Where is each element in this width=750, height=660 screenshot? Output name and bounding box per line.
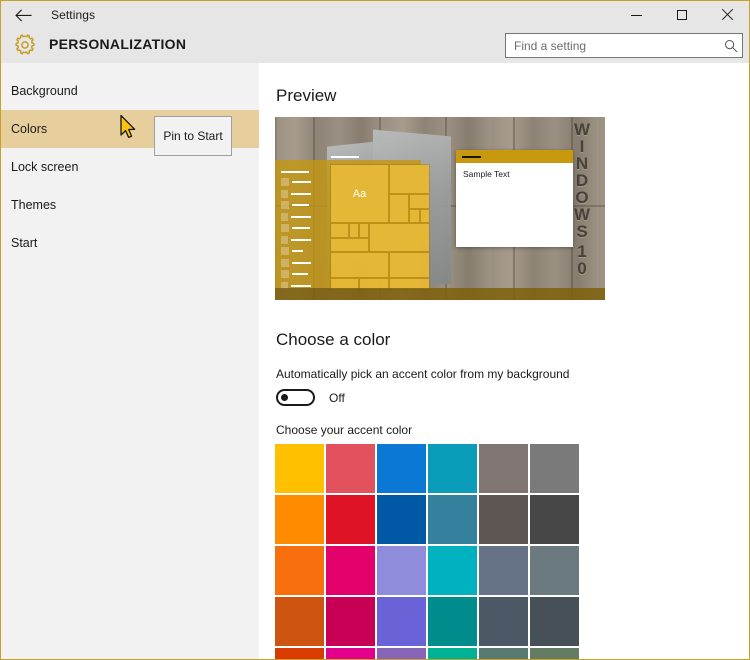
accent-color-label: Choose your accent color [276, 423, 413, 437]
gear-icon [15, 34, 35, 55]
accent-swatch-2-2[interactable] [377, 546, 426, 595]
accent-swatch-0-0[interactable] [275, 444, 324, 493]
accent-swatch-3-1[interactable] [326, 597, 375, 646]
accent-swatch-0-5[interactable] [530, 444, 579, 493]
preview-image: WINDOWS10 Aa Sample Text [275, 117, 605, 300]
search-box[interactable] [505, 33, 743, 58]
accent-swatch-1-1[interactable] [326, 495, 375, 544]
close-button[interactable] [704, 1, 749, 29]
maximize-icon [676, 10, 687, 20]
settings-window: Settings PERSONALIZATION Find a setting … [0, 0, 750, 660]
accent-swatch-4-2[interactable] [377, 648, 426, 659]
minimize-button[interactable] [614, 1, 659, 29]
accent-swatch-2-1[interactable] [326, 546, 375, 595]
sidebar-item-label: Themes [11, 198, 57, 212]
accent-swatch-2-3[interactable] [428, 546, 477, 595]
sidebar-item-start[interactable]: Start [1, 224, 259, 262]
start-menu-app-list [281, 178, 311, 290]
minimize-icon [631, 14, 642, 16]
page-title: PERSONALIZATION [49, 36, 187, 52]
sidebar-item-label: Background [11, 84, 78, 98]
toggle-knob [281, 394, 288, 401]
maximize-button[interactable] [659, 1, 704, 29]
accent-swatch-1-0[interactable] [275, 495, 324, 544]
choose-color-heading: Choose a color [276, 330, 391, 349]
accent-color-grid [275, 444, 583, 659]
auto-pick-toggle-row: Off [276, 389, 345, 406]
accent-swatch-3-3[interactable] [428, 597, 477, 646]
auto-pick-label: Automatically pick an accent color from … [276, 367, 570, 381]
sample-window-preview: Sample Text [456, 150, 573, 247]
sidebar-item-themes[interactable]: Themes [1, 186, 259, 224]
accent-swatch-4-0[interactable] [275, 648, 324, 659]
accent-swatch-1-3[interactable] [428, 495, 477, 544]
pin-to-start-label: Pin to Start [163, 129, 223, 143]
pin-to-start-menu[interactable]: Pin to Start [154, 116, 232, 156]
accent-swatch-0-4[interactable] [479, 444, 528, 493]
accent-swatch-0-2[interactable] [377, 444, 426, 493]
accent-swatch-0-3[interactable] [428, 444, 477, 493]
sample-window-text: Sample Text [463, 169, 510, 179]
window-title: Settings [51, 8, 96, 22]
accent-swatch-2-0[interactable] [275, 546, 324, 595]
accent-swatch-3-0[interactable] [275, 597, 324, 646]
search-input[interactable] [506, 38, 720, 53]
sidebar-item-label: Lock screen [11, 160, 79, 174]
preview-heading: Preview [276, 86, 337, 105]
taskbar-preview [275, 288, 605, 300]
start-tiles: Aa [330, 164, 430, 290]
start-menu-rule [281, 171, 309, 173]
accent-swatch-4-5[interactable] [530, 648, 579, 659]
accent-swatch-4-3[interactable] [428, 648, 477, 659]
back-arrow-icon [14, 8, 32, 21]
close-icon [721, 9, 733, 21]
accent-swatch-4-4[interactable] [479, 648, 528, 659]
content-pane: Preview WINDOWS10 Aa Sample Text Choose … [259, 63, 749, 659]
tile-sample-text: Aa [352, 187, 367, 200]
accent-swatch-3-5[interactable] [530, 597, 579, 646]
back-button[interactable] [1, 1, 45, 29]
auto-pick-toggle[interactable] [276, 389, 315, 406]
sidebar-item-label: Start [11, 236, 38, 250]
sidebar-item-label: Colors [11, 122, 48, 136]
accent-swatch-3-2[interactable] [377, 597, 426, 646]
accent-swatch-4-1[interactable] [326, 648, 375, 659]
sidebar-item-background[interactable]: Background [1, 72, 259, 110]
sample-window-titlebar [456, 150, 573, 163]
title-bar: Settings [1, 1, 749, 29]
accent-swatch-0-1[interactable] [326, 444, 375, 493]
accent-swatch-1-4[interactable] [479, 495, 528, 544]
sample-minimize-icon [462, 156, 481, 158]
window-controls [614, 1, 749, 29]
search-icon[interactable] [720, 35, 742, 57]
accent-swatch-2-5[interactable] [530, 546, 579, 595]
accent-swatch-2-4[interactable] [479, 546, 528, 595]
accent-swatch-3-4[interactable] [479, 597, 528, 646]
toggle-state-label: Off [329, 390, 345, 405]
page-header: PERSONALIZATION [1, 29, 749, 63]
accent-swatch-1-2[interactable] [377, 495, 426, 544]
accent-swatch-1-5[interactable] [530, 495, 579, 544]
tiles-rule [331, 156, 359, 158]
